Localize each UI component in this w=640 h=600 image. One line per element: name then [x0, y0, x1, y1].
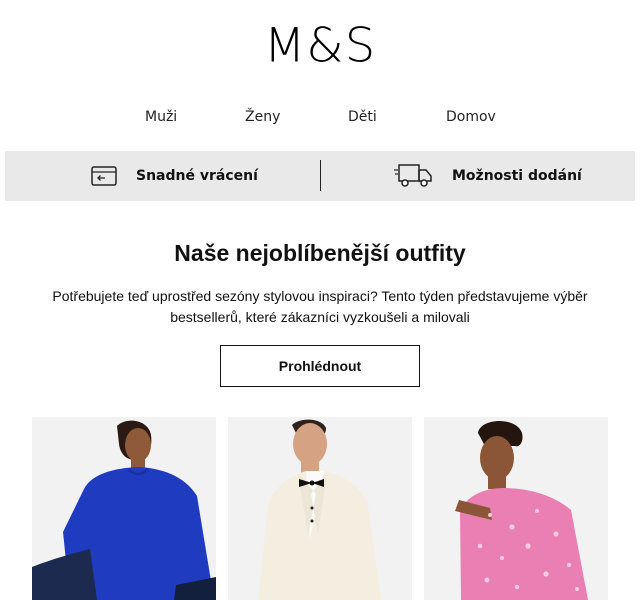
- nav-item-women[interactable]: Ženy: [245, 109, 280, 125]
- delivery-truck-icon: [394, 164, 432, 187]
- browse-button[interactable]: Prohlédnout: [220, 345, 420, 387]
- product-image-pink-dress[interactable]: [424, 417, 608, 600]
- brand-logo-text: M&S: [263, 18, 377, 74]
- delivery-options-label: Možnosti dodání: [452, 168, 582, 184]
- brand-logo[interactable]: M&S: [0, 18, 640, 74]
- nav-item-men[interactable]: Muži: [145, 109, 177, 125]
- returns-icon: [91, 166, 117, 186]
- benefits-divider: [320, 160, 321, 191]
- easy-returns-link[interactable]: Snadné vrácení: [90, 151, 258, 201]
- product-image-blue-top[interactable]: [32, 417, 216, 600]
- delivery-options-link[interactable]: Možnosti dodání: [394, 151, 582, 201]
- benefits-bar: Snadné vrácení Možnosti dodání: [5, 151, 635, 201]
- hero-title: Naše nejoblíbenější outfity: [174, 240, 466, 266]
- easy-returns-label: Snadné vrácení: [136, 168, 258, 184]
- nav-item-kids[interactable]: Děti: [348, 109, 377, 125]
- nav-item-home[interactable]: Domov: [446, 109, 496, 125]
- main-nav: Muži Ženy Děti Domov: [0, 109, 640, 129]
- hero-body: Potřebujete teď uprostřed sezóny stylovo…: [52, 288, 588, 325]
- product-image-white-tuxedo[interactable]: [228, 417, 412, 600]
